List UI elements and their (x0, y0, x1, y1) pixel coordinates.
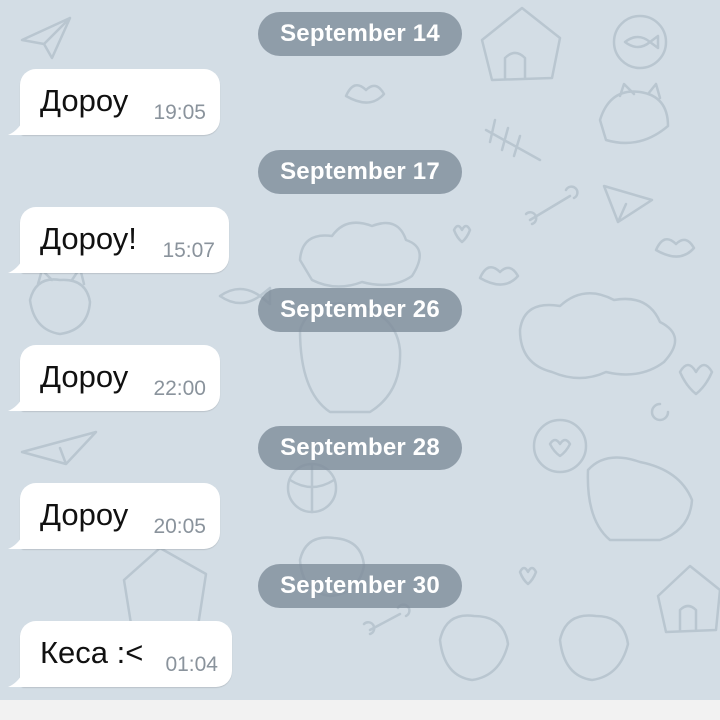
date-separator: September 14 (258, 12, 462, 56)
incoming-message-bubble[interactable]: Кеса :< 01:04 (8, 621, 232, 687)
bubble-tail (8, 119, 24, 135)
bottom-input-bar-edge (0, 700, 720, 720)
date-separator: September 28 (258, 426, 462, 470)
date-separator: September 26 (258, 288, 462, 332)
bubble-tail (8, 533, 24, 549)
bubble-tail (8, 671, 24, 687)
message-text: Дороу (40, 359, 129, 394)
incoming-message-bubble[interactable]: Дороу 20:05 (8, 483, 220, 549)
date-separator: September 17 (258, 150, 462, 194)
message-time: 19:05 (153, 101, 206, 124)
message-time: 22:00 (153, 377, 206, 400)
incoming-message-bubble[interactable]: Дороу 22:00 (8, 345, 220, 411)
date-separator: September 30 (258, 564, 462, 608)
message-text: Дороу! (40, 221, 137, 256)
message-text: Дороу (40, 83, 129, 118)
message-time: 15:07 (162, 239, 215, 262)
bubble-tail (8, 257, 24, 273)
incoming-message-bubble[interactable]: Дороу 19:05 (8, 69, 220, 135)
message-text: Дороу (40, 497, 129, 532)
bubble-tail (8, 395, 24, 411)
message-time: 01:04 (165, 653, 218, 676)
message-time: 20:05 (153, 515, 206, 538)
incoming-message-bubble[interactable]: Дороу! 15:07 (8, 207, 229, 273)
chat-area[interactable]: September 14 September 17 September 26 S… (0, 0, 720, 720)
message-text: Кеса :< (40, 635, 144, 670)
